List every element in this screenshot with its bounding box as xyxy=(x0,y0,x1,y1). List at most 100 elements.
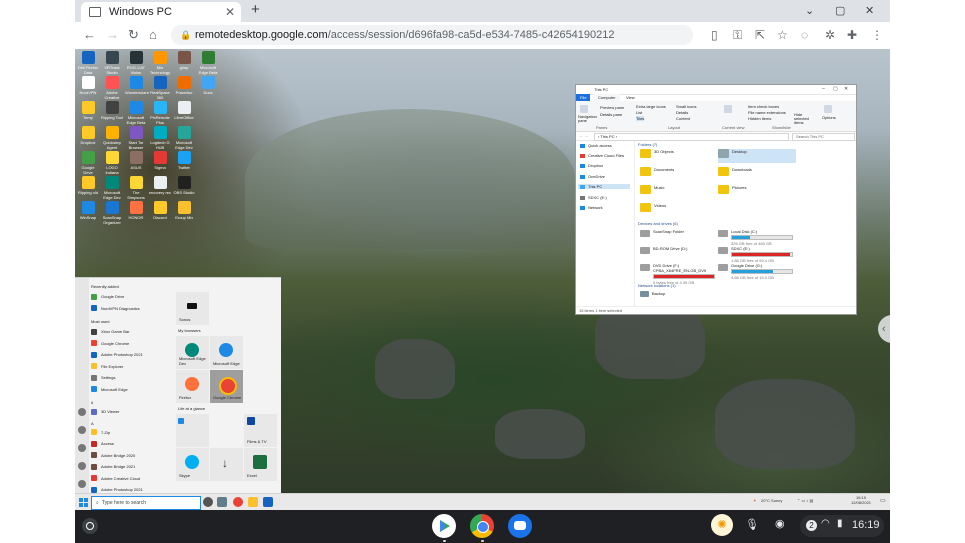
folder-item-selected[interactable]: Desktop xyxy=(718,149,796,163)
ribbon-tab-view[interactable]: View xyxy=(622,94,639,101)
taskbar-chrome-icon[interactable] xyxy=(233,497,243,507)
power-icon[interactable] xyxy=(78,480,86,488)
desktop-icon[interactable]: PixRemote Plus xyxy=(149,101,171,125)
drive-item[interactable]: SDXC (E:) 1.88 GB free of 59.4 GB xyxy=(718,246,793,263)
microphone-icon[interactable]: 🎙 xyxy=(745,518,759,531)
start-app-item[interactable]: Adobe Bridge 2021 xyxy=(91,462,135,471)
ribbon-list[interactable]: List xyxy=(636,110,642,115)
chrome-icon[interactable] xyxy=(470,514,494,538)
maximize-icon[interactable]: ▢ xyxy=(833,86,838,92)
messages-icon[interactable] xyxy=(508,514,532,538)
start-app-item[interactable]: Xbox Game Bar xyxy=(91,327,129,336)
drive-item[interactable]: DVD Drive (F:) CPBA_X64FRE_EN-GB_DV9 0 by… xyxy=(640,263,715,285)
address-bar[interactable]: 🔒 remotedesktop.google.com/access/sessio… xyxy=(171,25,693,45)
file-explorer-window[interactable]: This PC – ▢ ✕ File Computer View Navigat… xyxy=(575,84,857,315)
drive-item[interactable]: Google Drive (G:) 4.66 GB free of 15.0 GB xyxy=(718,263,793,280)
new-tab-button[interactable]: + xyxy=(251,1,260,18)
explorer-address-bar[interactable]: › This PC › xyxy=(594,133,789,141)
section-header-network[interactable]: Network locations (1) xyxy=(638,283,676,288)
weather-text[interactable]: 20°C Sunny xyxy=(761,498,782,503)
sort-by-icon[interactable] xyxy=(724,105,732,113)
start-app-item[interactable]: 7-Zip xyxy=(91,428,110,437)
ribbon-preview-pane[interactable]: Preview pane xyxy=(600,105,624,110)
key-icon[interactable]: ⚿ xyxy=(733,28,742,43)
ribbon-tab-file[interactable]: File xyxy=(576,94,591,101)
clipboard-icon[interactable]: ▯ xyxy=(711,28,718,42)
folder-item[interactable]: Videos xyxy=(640,203,666,212)
settings-icon[interactable] xyxy=(78,462,86,470)
ribbon-tab-computer[interactable]: Computer xyxy=(594,94,620,101)
notification-count[interactable]: 2 xyxy=(806,520,817,531)
tile-edge-dev[interactable]: Microsoft Edge Dev xyxy=(176,336,209,369)
desktop-icon[interactable]: Wondershare xyxy=(125,76,149,95)
folder-item[interactable]: Downloads xyxy=(718,167,752,176)
launcher-icon[interactable] xyxy=(82,518,98,534)
section-header-devices[interactable]: Devices and drives (6) xyxy=(638,221,678,226)
desktop-icon[interactable]: The Simpsons xyxy=(125,176,147,200)
tab-close-icon[interactable]: ✕ xyxy=(225,5,235,19)
desktop-icon[interactable]: Start Tor Browser xyxy=(125,126,147,150)
desktop-icon[interactable]: Google Drive xyxy=(77,151,99,175)
tile-edge[interactable]: Microsoft Edge xyxy=(210,336,243,369)
windows-search-input[interactable]: ⌕ Type here to search xyxy=(91,496,201,510)
start-app-item[interactable]: Settings xyxy=(91,373,115,382)
screen-capture-icon[interactable]: ◉ xyxy=(775,517,785,530)
desktop-icon[interactable]: ROG-CAT Vision xyxy=(125,51,147,75)
drive-item[interactable]: Local Disk (C:) 326 GB free of 465 GB xyxy=(718,229,793,246)
nav-pane-item[interactable]: OneDrive xyxy=(580,174,605,179)
tab-windows-pc[interactable]: Windows PC ✕ xyxy=(81,2,241,22)
desktop-icon[interactable]: VRTrack Studio xyxy=(101,51,123,75)
tile-download[interactable]: ↓ xyxy=(210,448,243,481)
desktop-icon[interactable]: recovery rec xyxy=(149,176,171,195)
start-app-item[interactable]: Google Chrome xyxy=(91,339,129,348)
desktop-icon[interactable]: Group Mix xyxy=(173,201,195,220)
tray-icons[interactable]: ⌃ ▭ ♪ ▤ xyxy=(797,498,813,503)
weather-sun-icon[interactable]: ✺ xyxy=(711,514,733,536)
navigation-pane-icon[interactable] xyxy=(580,105,588,113)
network-location-item[interactable]: Backup xyxy=(640,291,665,297)
desktop-icon[interactable]: HONOR xyxy=(125,201,147,220)
ribbon-navigation-pane[interactable]: Navigation pane xyxy=(578,115,597,123)
pictures-icon[interactable] xyxy=(78,444,86,452)
app-list-header[interactable]: # xyxy=(91,398,93,407)
start-app-item[interactable]: File Explorer xyxy=(91,362,123,371)
start-app-item[interactable]: Adobe Bridge 2020 xyxy=(91,451,135,460)
start-app-item[interactable]: Google Drive xyxy=(91,292,124,301)
user-icon[interactable] xyxy=(78,408,86,416)
window-close-icon[interactable]: ✕ xyxy=(865,4,874,17)
nav-pane-item[interactable]: Creative Cloud Files xyxy=(580,153,624,158)
desktop-icon[interactable]: Microsoft Edge Beta xyxy=(197,51,219,75)
tile-calendar[interactable] xyxy=(176,414,209,447)
windows-start-icon[interactable] xyxy=(79,498,88,507)
desktop-icon[interactable]: Ripping old xyxy=(77,176,99,195)
extension-gear-icon[interactable]: ✲ xyxy=(825,28,835,42)
start-app-item[interactable]: Access xyxy=(91,439,114,448)
desktop-icon[interactable]: Logitech G HUB xyxy=(149,126,171,150)
desktop-icon[interactable]: OBS Studio xyxy=(173,176,195,195)
app-list-header[interactable]: Most used xyxy=(91,317,109,326)
weather-icon[interactable]: ☀ xyxy=(753,498,757,503)
nav-arrows-icon[interactable]: ← → xyxy=(579,133,588,138)
desktop-icon[interactable]: Sigma xyxy=(149,151,171,170)
start-app-item[interactable]: Microsoft Edge xyxy=(91,385,128,394)
share-icon[interactable]: ⇱ xyxy=(755,28,765,42)
forward-icon[interactable]: → xyxy=(106,27,119,42)
explorer-search-box[interactable]: Search This PC xyxy=(792,133,855,141)
task-view-icon[interactable] xyxy=(217,497,227,507)
desktop-icon[interactable]: Dell Firefox Data xyxy=(77,51,99,75)
folder-item[interactable]: 3D Objects xyxy=(640,149,674,158)
drive-item[interactable]: BD-ROM Drive (D:) xyxy=(640,246,715,254)
start-app-item[interactable]: Adobe Creative Cloud xyxy=(91,474,140,483)
ribbon-tiles[interactable]: Tiles xyxy=(636,116,645,121)
taskbar-file-explorer-icon[interactable] xyxy=(248,497,258,507)
ribbon-item-check-boxes[interactable]: Item check boxes xyxy=(748,104,779,109)
desktop-icon[interactable]: Temp xyxy=(77,101,99,120)
desktop-icon[interactable]: Ripping Tool xyxy=(101,101,123,120)
back-icon[interactable]: ← xyxy=(83,27,96,42)
desktop-icon[interactable]: RealSpace 360 xyxy=(149,76,171,100)
desktop-icon[interactable]: PowerIso xyxy=(173,76,195,95)
status-area[interactable]: 2 ◠ ▮ 16:19 xyxy=(800,515,884,537)
nav-pane-item[interactable]: Quick access xyxy=(580,143,612,148)
start-app-item[interactable]: 3D Viewer xyxy=(91,407,119,416)
desktop-icon[interactable]: Quickstep Agent xyxy=(101,126,123,150)
